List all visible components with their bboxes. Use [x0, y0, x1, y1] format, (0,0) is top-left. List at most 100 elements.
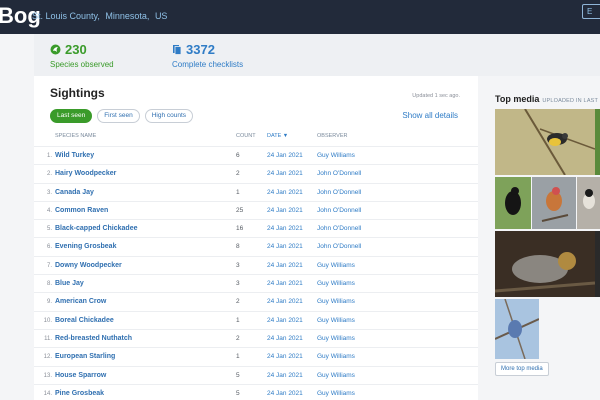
- observer-link[interactable]: Guy Williams: [317, 372, 355, 379]
- date-link[interactable]: 24 Jan 2021: [267, 298, 303, 305]
- header-action-label: E: [587, 7, 593, 16]
- observer-link[interactable]: John O'Donnell: [317, 189, 361, 196]
- row-index: 8.: [46, 281, 52, 288]
- observer-link[interactable]: John O'Donnell: [317, 243, 361, 250]
- tab-last-seen[interactable]: Last seen: [50, 109, 93, 123]
- row-index: 2.: [46, 171, 52, 178]
- observer-link[interactable]: Guy Williams: [317, 353, 355, 360]
- sightings-table: 1. Wild Turkey 6 24 Jan 2021 Guy William…: [34, 146, 478, 400]
- observer-link[interactable]: Guy Williams: [317, 390, 355, 397]
- chickadee-photo-icon: [577, 177, 600, 229]
- observer-link[interactable]: Guy Williams: [317, 280, 355, 287]
- row-count: 2: [236, 334, 240, 342]
- table-row: 13. House Sparrow 5 24 Jan 2021 Guy Will…: [34, 365, 478, 384]
- media-photo-pine-grosbeak[interactable]: [495, 231, 595, 297]
- date-link[interactable]: 24 Jan 2021: [267, 372, 303, 379]
- tab-high-counts[interactable]: High counts: [144, 109, 194, 123]
- species-link[interactable]: Black-capped Chickadee: [55, 225, 137, 232]
- media-photo-crow[interactable]: [495, 177, 531, 229]
- row-index: 13.: [43, 372, 52, 379]
- species-link[interactable]: Canada Jay: [55, 189, 94, 196]
- table-row: 12. European Starling 1 24 Jan 2021 Guy …: [34, 347, 478, 365]
- show-all-details-link[interactable]: Show all details: [402, 111, 458, 120]
- location-county-link[interactable]: St. Louis County,: [32, 11, 100, 21]
- row-index: 12.: [43, 354, 52, 361]
- checklists-stat[interactable]: 3372 Complete checklists: [172, 42, 243, 69]
- date-link[interactable]: 24 Jan 2021: [267, 225, 303, 232]
- species-link[interactable]: Red-breasted Nuthatch: [55, 335, 132, 342]
- crow-photo-icon: [495, 177, 531, 229]
- table-row: 4. Common Raven 25 24 Jan 2021 John O'Do…: [34, 200, 478, 219]
- table-row: 10. Boreal Chickadee 1 24 Jan 2021 Guy W…: [34, 310, 478, 329]
- row-index: 14.: [43, 390, 52, 397]
- date-link[interactable]: 24 Jan 2021: [267, 262, 303, 269]
- date-link[interactable]: 24 Jan 2021: [267, 189, 303, 196]
- species-link[interactable]: Evening Grosbeak: [55, 243, 116, 250]
- column-species[interactable]: Species name: [55, 133, 96, 139]
- table-row: 1. Wild Turkey 6 24 Jan 2021 Guy William…: [34, 146, 478, 164]
- media-photo-edge-2[interactable]: [595, 231, 600, 297]
- row-count: 3: [236, 280, 240, 288]
- observer-link[interactable]: Guy Williams: [317, 152, 355, 159]
- observer-link[interactable]: Guy Williams: [317, 262, 355, 269]
- date-link[interactable]: 24 Jan 2021: [267, 317, 303, 324]
- media-photo-edge-1[interactable]: [595, 109, 600, 175]
- observer-link[interactable]: Guy Williams: [317, 317, 355, 324]
- column-count[interactable]: Count: [236, 133, 256, 139]
- sightings-title: Sightings: [50, 86, 105, 100]
- row-index: 11.: [44, 335, 52, 342]
- observer-link[interactable]: Guy Williams: [317, 335, 355, 342]
- grosbeak-photo-icon: [532, 177, 576, 229]
- observer-link[interactable]: Guy Williams: [317, 298, 355, 305]
- species-observed-stat[interactable]: 230 Species observed: [50, 42, 114, 69]
- date-link[interactable]: 24 Jan 2021: [267, 280, 303, 287]
- table-row: 8. Blue Jay 3 24 Jan 2021 Guy Williams: [34, 274, 478, 292]
- row-index: 9.: [46, 299, 52, 306]
- species-link[interactable]: Downy Woodpecker: [55, 262, 122, 269]
- media-photo-warbler[interactable]: [495, 109, 595, 175]
- media-photo-jay[interactable]: [495, 299, 539, 359]
- header-action-button[interactable]: E: [582, 4, 600, 19]
- species-link[interactable]: Blue Jay: [55, 280, 84, 287]
- date-link[interactable]: 24 Jan 2021: [267, 207, 303, 214]
- species-link[interactable]: Wild Turkey: [55, 152, 94, 159]
- more-top-media-button[interactable]: More top media: [495, 362, 549, 376]
- row-index: 1.: [46, 153, 52, 159]
- row-count: 5: [236, 389, 240, 397]
- observer-link[interactable]: John O'Donnell: [317, 225, 361, 232]
- media-photo-chickadee[interactable]: [577, 177, 600, 229]
- species-link[interactable]: Common Raven: [55, 207, 108, 214]
- warbler-photo-icon: [495, 109, 595, 175]
- media-photo-grosbeak-perched[interactable]: [532, 177, 576, 229]
- date-link[interactable]: 24 Jan 2021: [267, 335, 303, 342]
- date-link[interactable]: 24 Jan 2021: [267, 353, 303, 360]
- table-row: 6. Evening Grosbeak 8 24 Jan 2021 John O…: [34, 237, 478, 255]
- species-link[interactable]: Boreal Chickadee: [55, 317, 114, 324]
- table-header: Species name Count Date ▼ Observer: [34, 133, 478, 147]
- tab-first-seen[interactable]: First seen: [97, 109, 140, 123]
- row-index: 3.: [46, 189, 52, 196]
- species-link[interactable]: Pine Grosbeak: [55, 390, 104, 397]
- column-date[interactable]: Date ▼: [267, 133, 288, 139]
- date-link[interactable]: 24 Jan 2021: [267, 170, 303, 177]
- species-link[interactable]: Hairy Woodpecker: [55, 170, 116, 177]
- location-country-link[interactable]: US: [155, 11, 168, 21]
- jay-photo-icon: [495, 299, 539, 359]
- location-state-link[interactable]: Minnesota,: [105, 11, 149, 21]
- sightings-tabs: Last seen First seen High counts: [50, 109, 194, 123]
- sort-down-icon: ▼: [282, 133, 289, 139]
- row-count: 3: [236, 261, 240, 269]
- species-link[interactable]: American Crow: [55, 298, 106, 305]
- observer-link[interactable]: John O'Donnell: [317, 207, 361, 214]
- column-date-label: Date: [267, 133, 282, 139]
- row-count: 25: [236, 206, 244, 214]
- row-count: 6: [236, 152, 240, 159]
- table-row: 11. Red-breasted Nuthatch 2 24 Jan 2021 …: [34, 328, 478, 347]
- date-link[interactable]: 24 Jan 2021: [267, 152, 303, 159]
- observer-link[interactable]: John O'Donnell: [317, 170, 361, 177]
- species-link[interactable]: European Starling: [55, 353, 115, 360]
- species-link[interactable]: House Sparrow: [55, 372, 106, 379]
- date-link[interactable]: 24 Jan 2021: [267, 243, 303, 250]
- date-link[interactable]: 24 Jan 2021: [267, 390, 303, 397]
- column-observer[interactable]: Observer: [317, 133, 347, 139]
